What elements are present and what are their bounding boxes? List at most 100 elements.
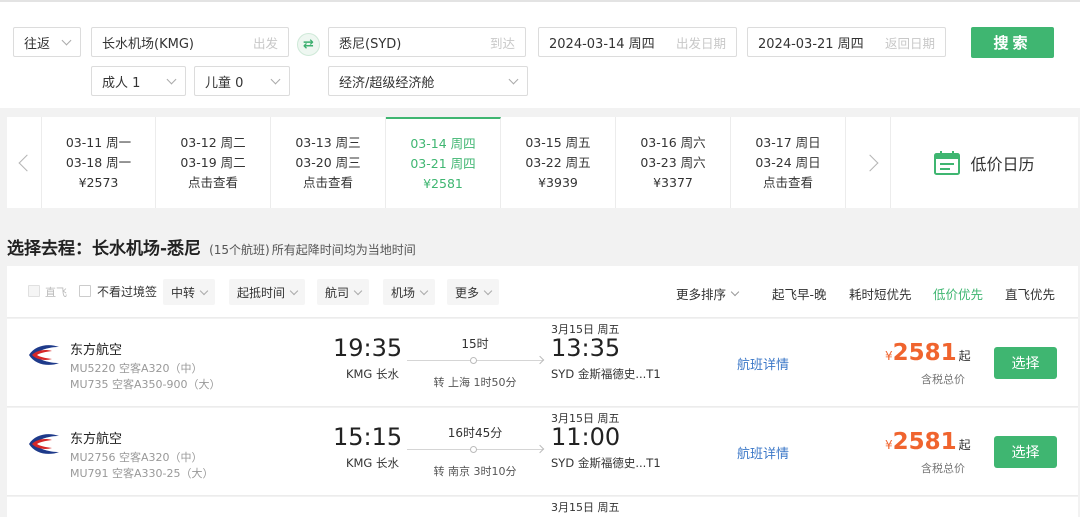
date-price: 点击查看 — [187, 174, 238, 190]
chevron-down-icon — [730, 287, 740, 297]
filter-label: 更多 — [455, 285, 480, 300]
low-price-calendar-label: 低价日历 — [970, 154, 1035, 174]
time-note: 所有起降时间均为当地时间 — [271, 243, 416, 257]
cabin-select[interactable]: 经济/超级经济舱 — [328, 66, 528, 96]
trip-type-value: 往返 — [24, 36, 51, 52]
date-cell[interactable]: 03-17 周日 03-24 周日 点击查看 — [731, 117, 846, 208]
arrival-airport: SYD 金斯福德史...T1 — [551, 367, 661, 381]
prev-dates-button[interactable] — [7, 117, 41, 208]
depart-date-input[interactable]: 2024-03-14 周四 出发日期 — [538, 27, 737, 57]
price-value: 2581 — [892, 429, 957, 455]
date-price: ¥2573 — [78, 174, 119, 190]
date-cell[interactable]: 03-16 周六 03-23 周六 ¥3377 — [616, 117, 731, 208]
sort-shortest[interactable]: 耗时短优先 — [849, 284, 912, 303]
filter-transfer-button[interactable]: 中转 — [163, 279, 216, 305]
date-cell[interactable]: 03-12 周二 03-19 周二 点击查看 — [156, 117, 271, 208]
flight-details-link[interactable]: 航班详情 — [737, 354, 789, 373]
calendar-icon — [934, 151, 961, 175]
departure-city-value: 长水机场(KMG) — [102, 36, 194, 52]
return-date-input[interactable]: 2024-03-21 周四 返回日期 — [747, 27, 946, 57]
date-cell[interactable]: 03-15 周五 03-22 周五 ¥3939 — [501, 117, 616, 208]
swap-cities-button[interactable]: ⇄ — [297, 33, 320, 56]
filter-label: 起抵时间 — [237, 285, 286, 300]
transfer-info: 转 南京 3时10分 — [433, 465, 517, 478]
flight-row: 3月15日 周五 — [7, 497, 1078, 517]
sort-label: 更多排序 — [676, 287, 727, 302]
currency-symbol: ¥ — [885, 349, 893, 363]
departure-hint: 出发 — [252, 35, 278, 51]
sort-label: 耗时短优先 — [849, 287, 912, 302]
departure-city-input[interactable]: 长水机场(KMG) 出发 — [91, 27, 289, 57]
date-out: 03-11 周一 — [65, 134, 132, 150]
sort-label: 低价优先 — [933, 287, 984, 302]
search-bar: 往返 长水机场(KMG) 出发 ⇄ 悉尼(SYD) 到达 2024-03-14 … — [0, 0, 1080, 108]
flight-row: 东方航空 MU5220 空客A320（中） MU735 空客A350-900（大… — [7, 319, 1078, 407]
children-select[interactable]: 儿童 0 — [194, 66, 290, 96]
arrival-city-input[interactable]: 悉尼(SYD) 到达 — [328, 27, 526, 57]
sort-label: 起飞早-晚 — [772, 287, 827, 302]
filter-time-button[interactable]: 起抵时间 — [229, 279, 306, 305]
date-out: 03-17 周日 — [755, 134, 821, 150]
date-out: 03-15 周五 — [525, 134, 591, 150]
tax-included-label: 含税总价 — [921, 462, 965, 475]
chevron-right-icon — [861, 154, 879, 171]
price-from-label: 起 — [958, 349, 971, 363]
low-price-calendar-button[interactable]: 低价日历 — [890, 117, 1078, 208]
transfer-info: 转 上海 1时50分 — [433, 376, 517, 389]
trip-type-select[interactable]: 往返 — [13, 27, 81, 57]
price: ¥ 2581 起 — [885, 429, 971, 455]
direct-checkbox[interactable] — [28, 285, 40, 297]
sort-label: 直飞优先 — [1005, 287, 1056, 302]
chevron-down-icon — [419, 286, 429, 295]
departure-time: 19:35 — [333, 334, 403, 362]
flight-row: 东方航空 MU2756 空客A320（中） MU791 空客A330-25（大）… — [7, 408, 1078, 496]
price-from-label: 起 — [958, 438, 971, 452]
filter-more-button[interactable]: 更多 — [447, 279, 500, 305]
departure-airport: KMG 长水 — [345, 456, 399, 470]
arrival-date: 3月15日 周五 — [551, 501, 620, 514]
sort-departure-early[interactable]: 起飞早-晚 — [772, 284, 827, 303]
depart-date-value: 2024-03-14 周四 — [549, 36, 655, 52]
date-cell[interactable]: 03-13 周三 03-20 周三 点击查看 — [271, 117, 386, 208]
flight-duration: 15时 — [461, 337, 489, 351]
arrow-right-icon — [535, 355, 545, 365]
date-out: 03-14 周四 — [410, 135, 476, 151]
date-price: 点击查看 — [762, 174, 813, 190]
search-button[interactable]: 搜索 — [971, 27, 1054, 58]
date-cell-selected[interactable]: 03-14 周四 03-21 周四 ¥2581 — [386, 117, 501, 208]
date-return: 03-19 周二 — [180, 154, 246, 170]
chevron-down-icon — [483, 286, 493, 295]
return-date-hint: 返回日期 — [884, 35, 935, 51]
filter-label: 中转 — [171, 285, 196, 300]
chevron-left-icon — [18, 154, 36, 171]
date-return: 03-21 周四 — [410, 155, 476, 171]
filter-airport-button[interactable]: 机场 — [383, 279, 436, 305]
sort-more[interactable]: 更多排序 — [676, 284, 740, 303]
arrival-time: 11:00 — [551, 423, 621, 451]
chevron-down-icon — [199, 286, 209, 295]
select-flight-button[interactable]: 选择 — [994, 347, 1057, 379]
transfer-dot-icon — [470, 446, 477, 453]
arrival-time: 13:35 — [551, 334, 621, 362]
results-heading: 选择去程：长水机场-悉尼 (15个航班) 所有起降时间均为当地时间 — [7, 234, 416, 259]
adults-select[interactable]: 成人 1 — [91, 66, 186, 96]
date-price: 点击查看 — [302, 174, 353, 190]
depart-date-hint: 出发日期 — [675, 35, 726, 51]
sort-direct-first[interactable]: 直飞优先 — [1005, 284, 1055, 303]
flight-details-link[interactable]: 航班详情 — [737, 443, 789, 462]
filter-airline-button[interactable]: 航司 — [317, 279, 370, 305]
departure-airport: KMG 长水 — [345, 367, 399, 381]
chevron-down-icon — [270, 74, 281, 84]
flight-number-1: MU2756 空客A320（中） — [70, 451, 203, 464]
next-dates-button[interactable] — [856, 117, 890, 208]
date-price: ¥3377 — [653, 174, 693, 190]
sort-lowest-price[interactable]: 低价优先 — [933, 284, 983, 303]
flight-number-2: MU735 空客A350-900（大） — [70, 378, 221, 391]
arrival-hint: 到达 — [489, 35, 515, 51]
children-value: 儿童 0 — [205, 75, 244, 91]
date-cell[interactable]: 03-11 周一 03-18 周一 ¥2573 — [41, 117, 156, 208]
no-transit-visa-checkbox[interactable] — [79, 285, 91, 297]
date-return: 03-23 周六 — [640, 154, 706, 170]
price: ¥ 2581 起 — [885, 340, 971, 366]
select-flight-button[interactable]: 选择 — [994, 436, 1057, 468]
